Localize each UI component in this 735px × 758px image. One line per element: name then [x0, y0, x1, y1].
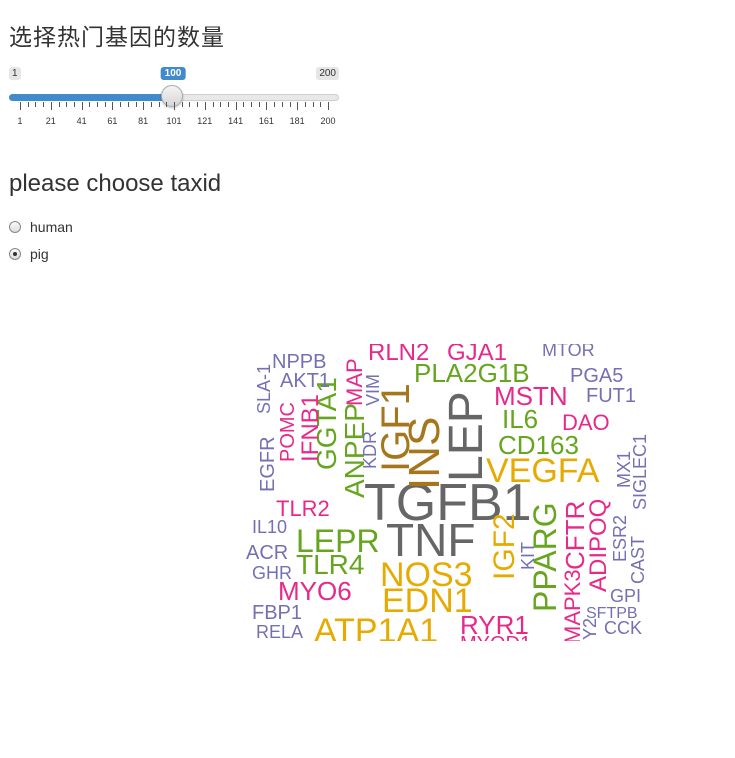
slider-tick-label: 61 — [107, 116, 118, 126]
top-genes-title: 选择热门基因的数量 — [9, 25, 225, 51]
taxid-title: please choose taxid — [9, 170, 222, 197]
slider-tick — [197, 102, 199, 107]
radio-button[interactable] — [9, 248, 21, 260]
slider-tick — [243, 102, 245, 107]
slider-tick — [181, 102, 183, 107]
slider-tick — [251, 102, 252, 107]
wordcloud-word: KDR — [360, 431, 380, 469]
wordcloud-word: MX1 — [614, 451, 634, 488]
radio-button[interactable] — [9, 221, 21, 233]
wordcloud-word: IGF2 — [488, 513, 521, 580]
wordcloud-word: FBP1 — [252, 602, 302, 624]
radio-label: human — [30, 219, 73, 235]
gene-wordcloud: TGFB1 LEP TNF INS IGF1 VEGFA NOS3 EDN1 ATP1A1 IGF… — [246, 344, 651, 641]
wordcloud-word: GJA1 — [447, 344, 507, 366]
slider-tick — [212, 102, 214, 107]
slider-tick — [20, 102, 21, 110]
slider-tick-label: 21 — [45, 116, 56, 126]
slider-tick — [274, 102, 276, 107]
wordcloud-word: RELA — [256, 622, 303, 641]
slider-tick — [81, 102, 83, 110]
slider-tick — [220, 102, 222, 107]
slider-tick — [97, 102, 98, 107]
slider-value-label: 100 — [160, 67, 186, 80]
slider-tick — [43, 102, 45, 107]
wordcloud-word: CAST — [628, 536, 648, 584]
slider-tick — [112, 102, 114, 110]
wordcloud-word: MTOR — [542, 344, 595, 360]
wordcloud-word: MSTN — [494, 381, 568, 411]
wordcloud-word: RLN2 — [368, 344, 429, 366]
slider-tick — [127, 102, 129, 107]
wordcloud-word: FUT1 — [586, 385, 636, 407]
slider-tick — [27, 102, 29, 107]
slider-tick-label: 121 — [197, 116, 213, 126]
slider-tick — [120, 102, 122, 107]
slider-tick — [166, 102, 168, 107]
slider-tick — [89, 102, 91, 107]
radio-label: pig — [30, 246, 49, 262]
slider-tick-label: 141 — [228, 116, 244, 126]
wordcloud-word: KIT — [518, 542, 538, 570]
slider-tick — [189, 102, 191, 107]
slider-tick — [50, 102, 52, 110]
slider-tick — [258, 102, 260, 107]
slider-tick — [204, 102, 206, 110]
wordcloud-word: ADIPOQ — [585, 499, 612, 592]
wordcloud-word: IFNB1 — [297, 394, 324, 462]
slider-tick — [73, 102, 75, 107]
taxid-option-human[interactable]: human — [9, 219, 73, 235]
slider-tick — [174, 102, 175, 110]
slider-ticks: 1 21 41 61 81 101 121 141 161 181 200 — [9, 102, 339, 130]
slider-tick-label: 41 — [76, 116, 87, 126]
wordcloud-word: AKT1 — [280, 370, 330, 392]
slider-tick — [266, 102, 268, 110]
slider-fill — [9, 94, 173, 101]
taxid-option-pig[interactable]: pig — [9, 246, 49, 262]
slider-tick — [328, 102, 329, 110]
wordcloud-word: DAO — [562, 410, 610, 435]
wordcloud-word: Y2 — [580, 618, 600, 640]
slider-tick — [297, 102, 299, 110]
slider-tick — [320, 102, 322, 107]
wordcloud-word: POMC — [277, 402, 299, 462]
gene-count-slider[interactable]: 1 200 100 1 21 41 61 81 101 121 141 161 181 200 — [9, 66, 339, 130]
wordcloud-word: VIM — [363, 374, 383, 406]
wordcloud-word: GHR — [252, 563, 292, 583]
wordcloud-word: ATP1A1 — [314, 612, 438, 641]
wordcloud-word: ACR — [246, 542, 288, 564]
slider-tick — [312, 102, 314, 107]
slider-tick-label: 200 — [320, 116, 336, 126]
slider-min-label: 1 — [9, 67, 21, 80]
slider-tick-label: 161 — [258, 116, 274, 126]
wordcloud-word: IL10 — [252, 517, 287, 537]
slider-tick — [235, 102, 237, 110]
slider-tick — [58, 102, 60, 107]
slider-tick — [143, 102, 145, 110]
wordcloud-word: ESR2 — [610, 515, 630, 562]
slider-tick — [135, 102, 137, 107]
slider-tick — [227, 102, 229, 107]
wordcloud-word: EGFR — [257, 436, 279, 492]
slider-tick — [150, 102, 152, 107]
wordcloud-word: PGA5 — [570, 365, 623, 387]
slider-tick — [289, 102, 291, 107]
slider-tick-label: 1 — [17, 116, 23, 126]
slider-max-label: 200 — [316, 67, 339, 80]
slider-tick — [35, 102, 37, 107]
wordcloud-word: MYOD1 — [460, 633, 531, 641]
wordcloud-word: SLA-1 — [254, 364, 274, 414]
slider-tick — [158, 102, 160, 107]
wordcloud-canvas: TGFB1LEPTNFINSIGF1 VEGFANOS3EDN1ATP1A1IGF… — [246, 344, 650, 641]
wordcloud-word: GPI — [610, 586, 641, 606]
slider-tick-label: 81 — [138, 116, 149, 126]
slider-tick-label: 101 — [166, 116, 182, 126]
wordcloud-word: CCK — [604, 618, 642, 638]
slider-tick — [304, 102, 306, 107]
slider-tick-label: 181 — [289, 116, 305, 126]
slider-tick — [104, 102, 106, 107]
slider-tick — [281, 102, 283, 107]
slider-tick — [66, 102, 68, 107]
